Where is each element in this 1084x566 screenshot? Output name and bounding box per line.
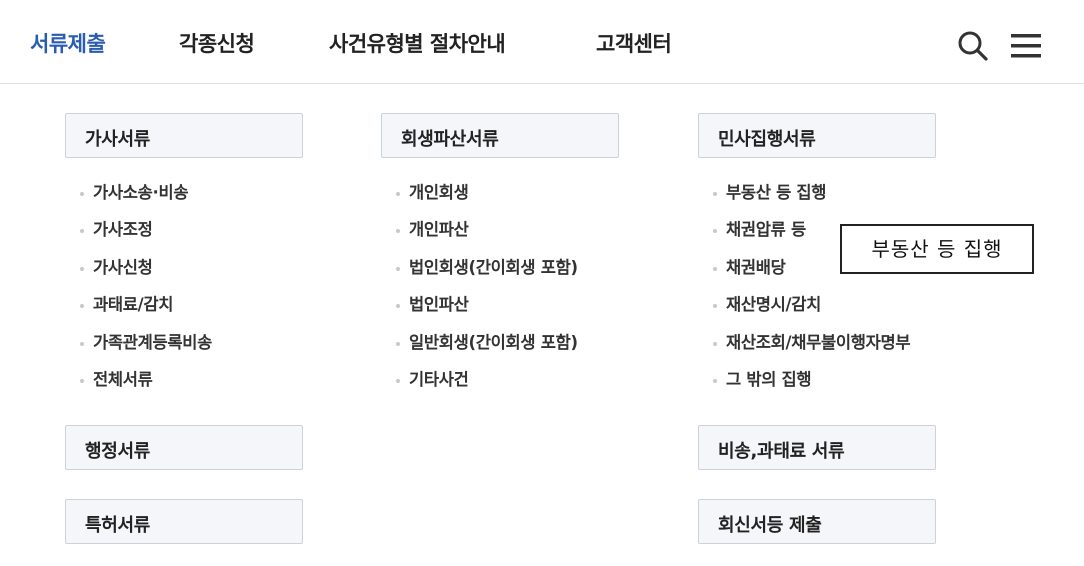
list-item[interactable]: 재산명시/감치 (713, 294, 910, 331)
category-label: 행정서류 (85, 441, 151, 462)
nav-item-document-submission[interactable]: 서류제출 (30, 28, 106, 58)
list-item[interactable]: 가족관계등록비송 (80, 332, 212, 369)
hover-tooltip: 부동산 등 집행 (840, 224, 1034, 274)
list-item[interactable]: 개인회생 (396, 182, 578, 219)
nav-item-customer-center[interactable]: 고객센터 (596, 28, 672, 58)
list-item[interactable]: 전체서류 (80, 369, 212, 406)
list-item[interactable]: 그 밖의 집행 (713, 369, 910, 406)
top-navigation: 서류제출 각종신청 사건유형별 절차안내 고객센터 (0, 0, 1084, 84)
list-item[interactable]: 과태료/감치 (80, 294, 212, 331)
list-item[interactable]: 가사소송·비송 (80, 182, 212, 219)
nav-item-applications[interactable]: 각종신청 (179, 28, 255, 58)
category-administrative-documents[interactable]: 행정서류 (65, 425, 303, 470)
category-label: 특허서류 (85, 515, 151, 536)
civil-execution-list: 부동산 등 집행 채권압류 등 채권배당 재산명시/감치 재산조회/채무불이행자… (713, 182, 911, 406)
list-item[interactable]: 법인회생(간이회생 포함) (396, 257, 578, 294)
list-item[interactable]: 일반회생(간이회생 포함) (396, 332, 578, 369)
search-icon[interactable] (957, 30, 989, 62)
category-reply-submission[interactable]: 회신서등 제출 (698, 499, 936, 544)
category-label: 민사집행서류 (718, 129, 816, 150)
category-label: 회생파산서류 (401, 129, 499, 150)
rehabilitation-bankruptcy-list: 개인회생 개인파산 법인회생(간이회생 포함) 법인파산 일반회생(간이회생 포… (396, 182, 578, 406)
list-item[interactable]: 재산조회/채무불이행자명부 (713, 332, 911, 369)
category-rehabilitation-bankruptcy-documents[interactable]: 회생파산서류 (381, 113, 619, 158)
list-item[interactable]: 개인파산 (396, 219, 578, 256)
category-label: 가사서류 (85, 129, 151, 150)
category-label: 회신서등 제출 (718, 515, 822, 536)
category-label: 비송,과태료 서류 (718, 441, 845, 462)
hamburger-menu-icon[interactable] (1011, 33, 1041, 59)
category-family-documents[interactable]: 가사서류 (65, 113, 303, 158)
list-item[interactable]: 기타사건 (396, 369, 578, 406)
list-item[interactable]: 가사조정 (80, 219, 212, 256)
list-item[interactable]: 부동산 등 집행 (713, 182, 910, 219)
list-item[interactable]: 법인파산 (396, 294, 578, 331)
category-patent-documents[interactable]: 특허서류 (65, 499, 303, 544)
family-documents-list: 가사소송·비송 가사조정 가사신청 과태료/감치 가족관계등록비송 전체서류 (80, 182, 212, 406)
category-civil-execution-documents[interactable]: 민사집행서류 (698, 113, 936, 158)
nav-item-procedure-guide[interactable]: 사건유형별 절차안내 (329, 28, 506, 58)
list-item[interactable]: 가사신청 (80, 257, 212, 294)
category-non-contentious-fine-documents[interactable]: 비송,과태료 서류 (698, 425, 936, 470)
